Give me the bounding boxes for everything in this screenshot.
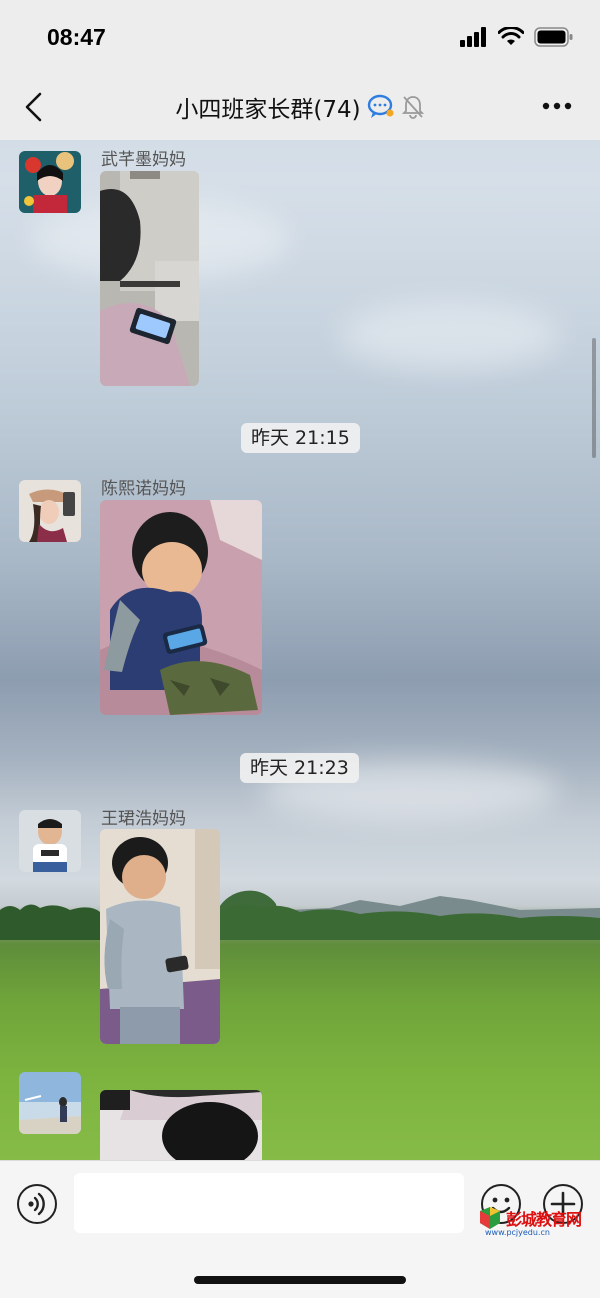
avatar[interactable] xyxy=(19,151,81,213)
voice-button[interactable] xyxy=(17,1184,57,1224)
sender-name: 王珺浩妈妈 xyxy=(101,809,186,829)
scroll-indicator[interactable] xyxy=(592,338,596,458)
voice-icon xyxy=(28,1192,45,1216)
message-image[interactable] xyxy=(100,171,199,386)
nav-bar: 小四班家长群(74) xyxy=(0,72,600,140)
avatar[interactable] xyxy=(19,810,81,872)
message-input[interactable] xyxy=(74,1173,464,1233)
watermark-text: 彭城教育网 xyxy=(506,1210,582,1229)
cloud-decoration xyxy=(340,300,560,370)
sender-name: 武芊墨妈妈 xyxy=(101,150,186,170)
wifi-icon xyxy=(498,27,524,45)
child-in-bed-photo xyxy=(100,1090,262,1160)
mute-bell-icon xyxy=(401,96,424,119)
child-playing-phone-photo xyxy=(100,171,199,386)
ellipsis-icon[interactable] xyxy=(542,102,572,110)
watermark-logo-icon xyxy=(480,1207,500,1229)
message-image[interactable] xyxy=(100,500,262,715)
chat-bubble-icon[interactable] xyxy=(367,94,395,120)
status-bar: 08:47 xyxy=(0,0,600,72)
sender-name: 陈熙诺妈妈 xyxy=(101,479,186,499)
avatar[interactable] xyxy=(19,1072,81,1134)
timestamp: 昨天 21:23 xyxy=(240,753,359,783)
child-on-blanket-with-phone-photo xyxy=(100,500,262,715)
child-standing-with-phone-photo xyxy=(100,829,220,1044)
tree-line xyxy=(0,904,600,940)
page-title: 小四班家长群(74) xyxy=(175,97,361,123)
status-time: 08:47 xyxy=(47,24,106,50)
timestamp: 昨天 21:15 xyxy=(241,423,360,453)
watermark-url: www.pcjyedu.cn xyxy=(485,1228,550,1237)
cellular-signal-icon xyxy=(460,27,486,47)
avatar-photo-icon xyxy=(19,480,81,542)
message-image[interactable] xyxy=(100,829,220,1044)
avatar[interactable] xyxy=(19,480,81,542)
chat-wallpaper xyxy=(0,0,600,1298)
nav-title-group: 小四班家长群(74) xyxy=(0,90,600,124)
avatar-photo-icon xyxy=(19,1072,81,1134)
message-image[interactable] xyxy=(100,1090,262,1160)
avatar-photo-icon xyxy=(19,810,81,872)
avatar-illustration-icon xyxy=(19,151,81,213)
status-icons xyxy=(460,27,574,47)
home-indicator[interactable] xyxy=(194,1276,406,1284)
battery-icon xyxy=(534,27,573,47)
